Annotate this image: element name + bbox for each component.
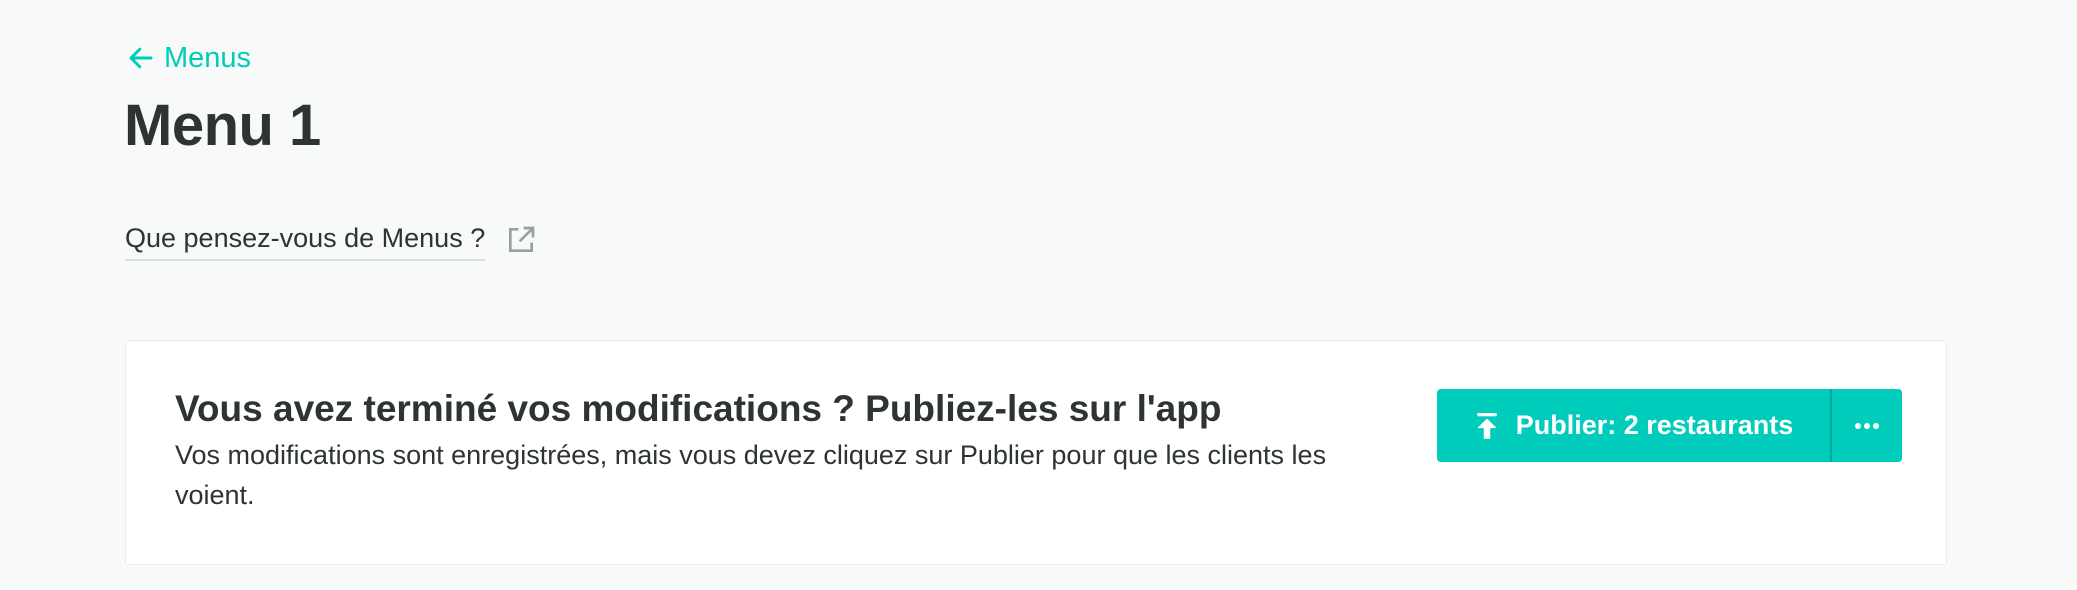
publish-button-group: Publier: 2 restaurants bbox=[1437, 389, 1902, 462]
feedback-link[interactable]: Que pensez-vous de Menus ? bbox=[125, 222, 537, 261]
publish-card: Vous avez terminé vos modifications ? Pu… bbox=[125, 340, 1947, 565]
publish-card-title: Vous avez terminé vos modifications ? Pu… bbox=[175, 388, 1222, 429]
back-link-menus[interactable]: Menus bbox=[126, 38, 251, 78]
publish-button[interactable]: Publier: 2 restaurants bbox=[1437, 389, 1830, 462]
publish-card-description: Vos modifications sont enregistrées, mai… bbox=[175, 440, 1327, 510]
feedback-label: Que pensez-vous de Menus ? bbox=[125, 222, 486, 261]
more-options-button[interactable] bbox=[1832, 389, 1902, 462]
upload-icon bbox=[1474, 412, 1500, 440]
publish-button-label: Publier: 2 restaurants bbox=[1515, 410, 1794, 440]
arrow-left-icon bbox=[126, 43, 156, 73]
page-title: Menu 1 bbox=[124, 93, 321, 158]
back-link-label: Menus bbox=[164, 41, 252, 74]
external-link-icon bbox=[505, 226, 537, 256]
more-horizontal-icon bbox=[1854, 422, 1880, 430]
